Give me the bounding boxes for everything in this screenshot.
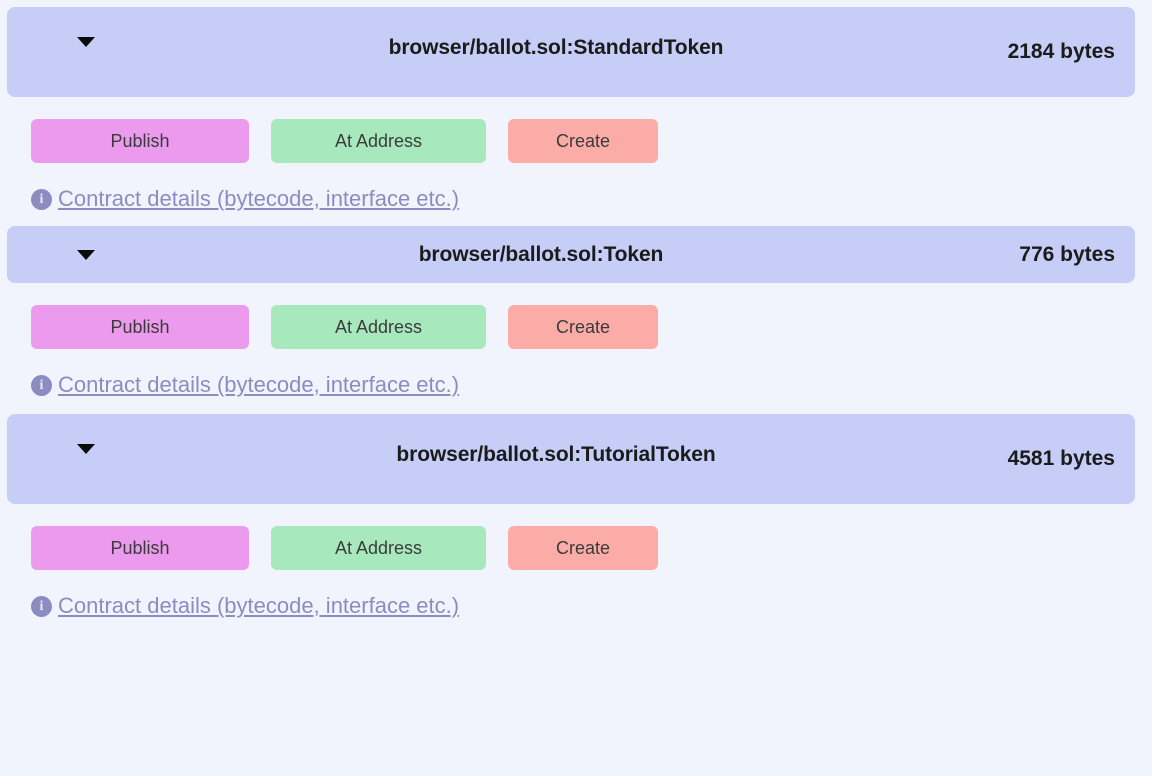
contract-block: browser/ballot.sol:Token 776 bytes Publi…: [0, 226, 1152, 398]
info-icon[interactable]: i: [31, 189, 52, 210]
contract-block: browser/ballot.sol:TutorialToken 4581 by…: [0, 414, 1152, 619]
info-icon[interactable]: i: [31, 375, 52, 396]
contract-details-row: i Contract details (bytecode, interface …: [0, 570, 1152, 619]
publish-button[interactable]: Publish: [31, 526, 249, 570]
compiled-contracts-panel: browser/ballot.sol:StandardToken 2184 by…: [0, 0, 1152, 776]
create-button[interactable]: Create: [508, 305, 658, 349]
at-address-button[interactable]: At Address: [271, 119, 486, 163]
contract-name: browser/ballot.sol:StandardToken: [127, 33, 985, 62]
caret-cell: [27, 250, 127, 260]
info-icon[interactable]: i: [31, 596, 52, 617]
contract-actions: Publish At Address Create: [0, 97, 1152, 163]
contract-size: 4581 bytes: [985, 440, 1115, 478]
contract-header[interactable]: browser/ballot.sol:StandardToken 2184 by…: [7, 7, 1135, 97]
contract-details-link[interactable]: Contract details (bytecode, interface et…: [58, 593, 459, 619]
section-spacer: [0, 398, 1152, 414]
contract-size: 2184 bytes: [985, 33, 1115, 71]
contract-block: browser/ballot.sol:StandardToken 2184 by…: [0, 7, 1152, 212]
contract-details-row: i Contract details (bytecode, interface …: [0, 163, 1152, 212]
contract-name: browser/ballot.sol:TutorialToken: [127, 440, 985, 469]
contract-details-row: i Contract details (bytecode, interface …: [0, 349, 1152, 398]
publish-button[interactable]: Publish: [31, 119, 249, 163]
contract-actions: Publish At Address Create: [0, 504, 1152, 570]
chevron-down-icon[interactable]: [77, 444, 95, 454]
chevron-down-icon[interactable]: [77, 250, 95, 260]
contract-actions: Publish At Address Create: [0, 283, 1152, 349]
section-spacer: [0, 212, 1152, 226]
caret-cell: [27, 440, 127, 454]
publish-button[interactable]: Publish: [31, 305, 249, 349]
contract-header[interactable]: browser/ballot.sol:Token 776 bytes: [7, 226, 1135, 283]
at-address-button[interactable]: At Address: [271, 526, 486, 570]
contract-size: 776 bytes: [955, 241, 1115, 269]
caret-cell: [27, 33, 127, 47]
create-button[interactable]: Create: [508, 526, 658, 570]
at-address-button[interactable]: At Address: [271, 305, 486, 349]
contract-details-link[interactable]: Contract details (bytecode, interface et…: [58, 186, 459, 212]
contract-details-link[interactable]: Contract details (bytecode, interface et…: [58, 372, 459, 398]
chevron-down-icon[interactable]: [77, 37, 95, 47]
create-button[interactable]: Create: [508, 119, 658, 163]
contract-header[interactable]: browser/ballot.sol:TutorialToken 4581 by…: [7, 414, 1135, 504]
contract-name: browser/ballot.sol:Token: [127, 240, 955, 269]
